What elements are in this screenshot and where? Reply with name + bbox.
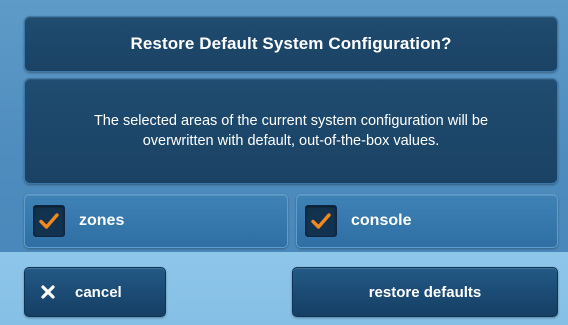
- console-checkbox[interactable]: [305, 205, 337, 237]
- check-icon: [311, 213, 331, 229]
- check-icon: [39, 213, 59, 229]
- console-option[interactable]: console: [296, 194, 558, 248]
- cancel-label: cancel: [75, 283, 122, 301]
- close-icon: [39, 283, 57, 301]
- zones-checkbox[interactable]: [33, 205, 65, 237]
- zones-label: zones: [79, 212, 125, 229]
- dialog-title: Restore Default System Configuration?: [130, 34, 452, 53]
- restore-defaults-dialog: Restore Default System Configuration? Th…: [0, 0, 568, 325]
- console-label: console: [351, 212, 412, 229]
- cancel-button[interactable]: cancel: [24, 267, 166, 317]
- dialog-message-panel: The selected areas of the current system…: [24, 78, 558, 184]
- zones-option[interactable]: zones: [24, 194, 288, 248]
- dialog-message: The selected areas of the current system…: [93, 113, 489, 149]
- restore-defaults-label: restore defaults: [368, 283, 482, 301]
- dialog-title-panel: Restore Default System Configuration?: [24, 16, 558, 72]
- restore-defaults-button[interactable]: restore defaults: [292, 267, 558, 317]
